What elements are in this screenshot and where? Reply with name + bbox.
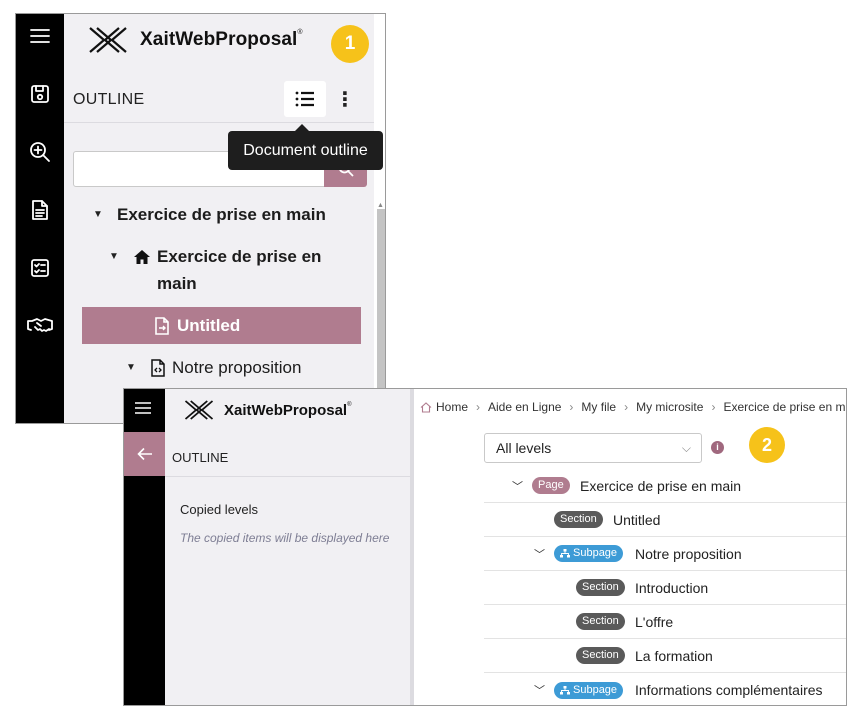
caret-down-icon[interactable]: ▼ xyxy=(93,201,107,228)
tree-item-label: Exercice de prise en main xyxy=(157,247,322,293)
brand-logo: XaitWebProposal® xyxy=(88,26,303,54)
step-badge: 2 xyxy=(749,427,785,463)
list-item[interactable]: Section Untitled xyxy=(484,503,846,537)
list-item-label: L'offre xyxy=(635,613,674,630)
copied-levels-hint: The copied items will be displayed here xyxy=(180,531,390,545)
breadcrumb-separator: › xyxy=(569,400,574,414)
list-item-label: Informations complémentaires xyxy=(635,682,823,698)
caret-down-icon[interactable]: ▼ xyxy=(126,354,140,381)
section-icon xyxy=(153,312,171,339)
breadcrumb-current[interactable]: Exercice de prise en main xyxy=(723,400,846,414)
tree-item-label: Notre proposition xyxy=(172,358,302,377)
breadcrumb-my-microsite[interactable]: My microsite xyxy=(636,400,703,414)
caret-down-icon[interactable]: ▼ xyxy=(109,243,123,270)
list-item[interactable]: ﹀ Page Exercice de prise en main xyxy=(484,469,846,503)
section-tag: Section xyxy=(576,647,625,664)
brand-mark: ® xyxy=(297,29,303,36)
outline-header: OUTLINE xyxy=(73,91,145,108)
breadcrumb-home[interactable]: Home xyxy=(436,400,468,414)
breadcrumb-separator: › xyxy=(624,400,629,414)
home-icon[interactable] xyxy=(420,401,432,413)
list-item-label: Introduction xyxy=(635,579,709,596)
copied-levels-title: Copied levels xyxy=(180,502,259,517)
home-icon xyxy=(133,243,151,270)
arrow-left-icon xyxy=(136,447,152,461)
list-item-label: Untitled xyxy=(613,511,661,528)
list-item[interactable]: ﹀ Subpage Informations complémentaires xyxy=(484,673,846,705)
section-tag: Section xyxy=(576,613,625,630)
brand-name: XaitWebProposal xyxy=(140,29,298,50)
info-icon[interactable]: i xyxy=(711,441,724,454)
handshake-icon[interactable] xyxy=(24,310,56,342)
levels-select-value: All levels xyxy=(496,440,552,456)
checklist-icon[interactable] xyxy=(24,252,56,284)
document-icon[interactable] xyxy=(24,194,56,226)
outline-panel-screenshot-1: ▲ XaitWebProposal® 1 OUTLINE ⋮ ▼ Exercic… xyxy=(15,13,386,424)
scroll-up-icon[interactable]: ▲ xyxy=(377,202,384,209)
xait-logo-icon xyxy=(89,27,127,53)
outline-header: OUTLINE xyxy=(172,450,229,465)
outline-panel-screenshot-2: XaitWebProposal® OUTLINE Copied levels T… xyxy=(123,388,847,706)
subpage-tag: Subpage xyxy=(554,681,624,699)
brand-name: XaitWebProposal xyxy=(224,401,348,419)
subpage-icon xyxy=(150,354,166,381)
tree-item-home-page[interactable]: ▼ Exercice de prise en main xyxy=(109,243,321,297)
outline-sidebar xyxy=(165,389,410,705)
list-item[interactable]: Section La formation xyxy=(484,639,846,673)
list-item[interactable]: Section L'offre xyxy=(484,605,846,639)
left-icon-rail xyxy=(124,389,165,705)
xait-logo-icon xyxy=(184,400,214,420)
breadcrumb-my-file[interactable]: My file xyxy=(581,400,616,414)
back-button[interactable] xyxy=(124,432,165,476)
save-icon[interactable] xyxy=(24,78,56,110)
brand-mark: ® xyxy=(347,401,352,408)
tree-item-untitled[interactable]: Untitled xyxy=(153,312,240,339)
left-icon-rail xyxy=(16,14,64,423)
subpage-tag: Subpage xyxy=(554,545,624,562)
chevron-down-icon[interactable]: ﹀ xyxy=(534,546,545,562)
tree-item-label: Exercice de prise en main xyxy=(117,205,326,224)
page-tag: Page xyxy=(532,477,570,494)
more-options-icon[interactable]: ⋮ xyxy=(335,86,355,112)
breadcrumb-separator: › xyxy=(711,400,716,414)
section-tag: Section xyxy=(576,579,625,596)
breadcrumb-separator: › xyxy=(476,400,481,414)
tree-item-root[interactable]: ▼ Exercice de prise en main xyxy=(93,201,326,228)
levels-select[interactable]: All levels ⌵ xyxy=(484,433,702,463)
tree-item-label: Untitled xyxy=(177,316,241,335)
breadcrumb: Home › Aide en Ligne › My file › My micr… xyxy=(420,400,846,414)
list-item-label: Exercice de prise en main xyxy=(580,477,742,494)
menu-icon[interactable] xyxy=(134,401,152,420)
scrollbar[interactable]: ▲ xyxy=(374,14,385,423)
list-icon xyxy=(295,91,314,107)
menu-icon[interactable] xyxy=(24,20,56,52)
chevron-down-icon[interactable]: ﹀ xyxy=(512,478,523,494)
list-item[interactable]: ﹀ Subpage Notre proposition xyxy=(484,537,846,571)
chevron-down-icon: ⌵ xyxy=(681,441,691,455)
document-outline-tooltip: Document outline xyxy=(228,124,383,170)
sidebar-divider[interactable] xyxy=(410,389,414,705)
brand-logo: XaitWebProposal® xyxy=(184,399,352,421)
sitemap-icon xyxy=(560,685,570,694)
sitemap-icon xyxy=(560,549,570,558)
section-tag: Section xyxy=(554,511,603,528)
tree-item-notre-proposition[interactable]: ▼ Notre proposition xyxy=(126,354,301,381)
header-divider xyxy=(165,476,410,477)
breadcrumb-aide-en-ligne[interactable]: Aide en Ligne xyxy=(488,400,561,414)
chevron-down-icon[interactable]: ﹀ xyxy=(534,682,545,698)
list-item[interactable]: Section Introduction xyxy=(484,571,846,605)
zoom-in-icon[interactable] xyxy=(24,136,56,168)
list-item-label: La formation xyxy=(635,647,713,664)
header-divider xyxy=(64,122,374,123)
document-outline-button[interactable] xyxy=(284,81,326,117)
list-item-label: Notre proposition xyxy=(635,545,742,562)
step-badge: 1 xyxy=(331,25,369,63)
